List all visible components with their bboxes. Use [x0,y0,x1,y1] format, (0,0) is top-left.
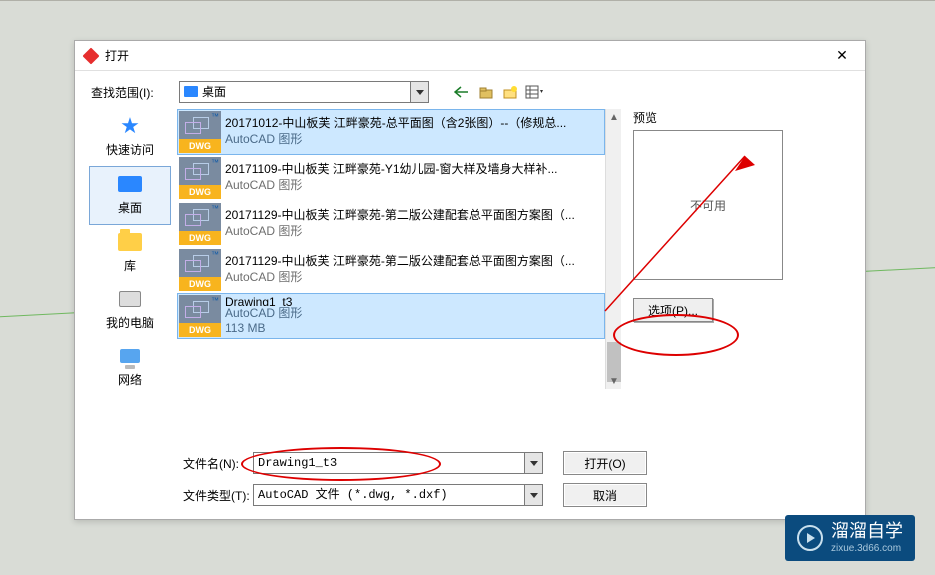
preview-unavailable-text: 不可用 [690,197,726,214]
file-item[interactable]: ™DWG20171129-中山板芙 江畔豪苑-第二版公建配套总平面图方案图（..… [177,201,605,247]
dwg-thumb-icon: ™DWG [179,249,221,291]
cancel-button[interactable]: 取消 [563,483,647,507]
file-type: AutoCAD 图形 [225,306,302,322]
close-button[interactable]: ✕ [819,41,865,71]
app-icon [83,48,99,64]
find-in-combo[interactable]: 桌面 [179,81,429,103]
dwg-thumb-icon: ™DWG [179,157,221,199]
pc-icon [119,291,141,307]
scrollbar[interactable]: ▲ ▼ [605,109,621,389]
file-type: AutoCAD 图形 [225,132,566,148]
star-icon: ★ [120,113,140,139]
watermark-sub: zixue.3d66.com [831,543,903,555]
chevron-down-icon[interactable] [410,82,428,102]
new-folder-button[interactable] [499,82,521,102]
places-bar: ★ 快速访问 桌面 库 我的电脑 网络 [83,109,177,443]
place-my-computer[interactable]: 我的电脑 [89,282,171,339]
filetype-combo[interactable]: AutoCAD 文件 (*.dwg, *.dxf) [253,484,543,506]
file-list[interactable]: ™DWG20171012-中山板芙 江畔豪苑-总平面图（含2张图）--（修规总.… [177,109,621,389]
chevron-down-icon[interactable] [524,453,542,473]
file-title: Drawing1_t3 [225,295,302,306]
file-title: 20171109-中山板芙 江畔豪苑-Y1幼儿园-窗大样及墙身大样补... [225,162,558,178]
file-item[interactable]: ™DWG20171109-中山板芙 江畔豪苑-Y1幼儿园-窗大样及墙身大样补..… [177,155,605,201]
open-dialog: 打开 ✕ 查找范围(I): 桌面 [74,40,866,520]
place-quick-access[interactable]: ★ 快速访问 [89,109,171,166]
desktop-icon [184,86,198,97]
file-item[interactable]: ™DWG20171129-中山板芙 江畔豪苑-第二版公建配套总平面图方案图（..… [177,247,605,293]
up-button[interactable] [475,82,497,102]
dwg-thumb-icon: ™DWG [179,203,221,245]
titlebar: 打开 ✕ [75,41,865,71]
file-title: 20171129-中山板芙 江畔豪苑-第二版公建配套总平面图方案图（... [225,254,575,270]
scroll-up-icon[interactable]: ▲ [606,109,622,125]
filename-combo[interactable] [253,452,543,474]
find-in-label: 查找范围(I): [87,84,179,101]
watermark-main: 溜溜自学 [831,521,903,543]
preview-label: 预览 [633,109,845,126]
view-mode-button[interactable] [523,82,545,102]
file-type: AutoCAD 图形 [225,224,575,240]
network-icon [120,349,140,363]
filetype-label: 文件类型(T): [183,487,253,504]
file-type: AutoCAD 图形 [225,270,575,286]
file-meta: 113 MB [225,321,302,337]
scroll-down-icon[interactable]: ▼ [606,373,622,389]
file-item[interactable]: ™DWG Drawing1_t3AutoCAD 图形113 MB [177,293,605,339]
place-libraries[interactable]: 库 [89,225,171,282]
filetype-value: AutoCAD 文件 (*.dwg, *.dxf) [254,485,524,505]
file-type: AutoCAD 图形 [225,178,558,194]
place-desktop[interactable]: 桌面 [89,166,171,225]
back-button[interactable] [451,82,473,102]
watermark: 溜溜自学 zixue.3d66.com [785,515,915,561]
play-icon [797,525,823,551]
options-button[interactable]: 选项(P)... [633,298,713,322]
nav-toolbar [451,82,545,102]
dwg-thumb-icon: ™DWG [179,295,221,337]
dwg-thumb-icon: ™DWG [179,111,221,153]
file-title: 20171012-中山板芙 江畔豪苑-总平面图（含2张图）--（修规总... [225,116,566,132]
monitor-icon [118,176,142,192]
open-button[interactable]: 打开(O) [563,451,647,475]
file-item[interactable]: ™DWG20171012-中山板芙 江畔豪苑-总平面图（含2张图）--（修规总.… [177,109,605,155]
file-title: 20171129-中山板芙 江畔豪苑-第二版公建配套总平面图方案图（... [225,208,575,224]
filename-input[interactable] [254,453,524,473]
preview-box: 不可用 [633,130,783,280]
find-in-value: 桌面 [202,82,410,102]
folder-icon [118,233,142,251]
filename-label: 文件名(N): [183,455,253,472]
chevron-down-icon[interactable] [524,485,542,505]
dialog-title: 打开 [105,47,819,64]
place-network[interactable]: 网络 [89,339,171,396]
